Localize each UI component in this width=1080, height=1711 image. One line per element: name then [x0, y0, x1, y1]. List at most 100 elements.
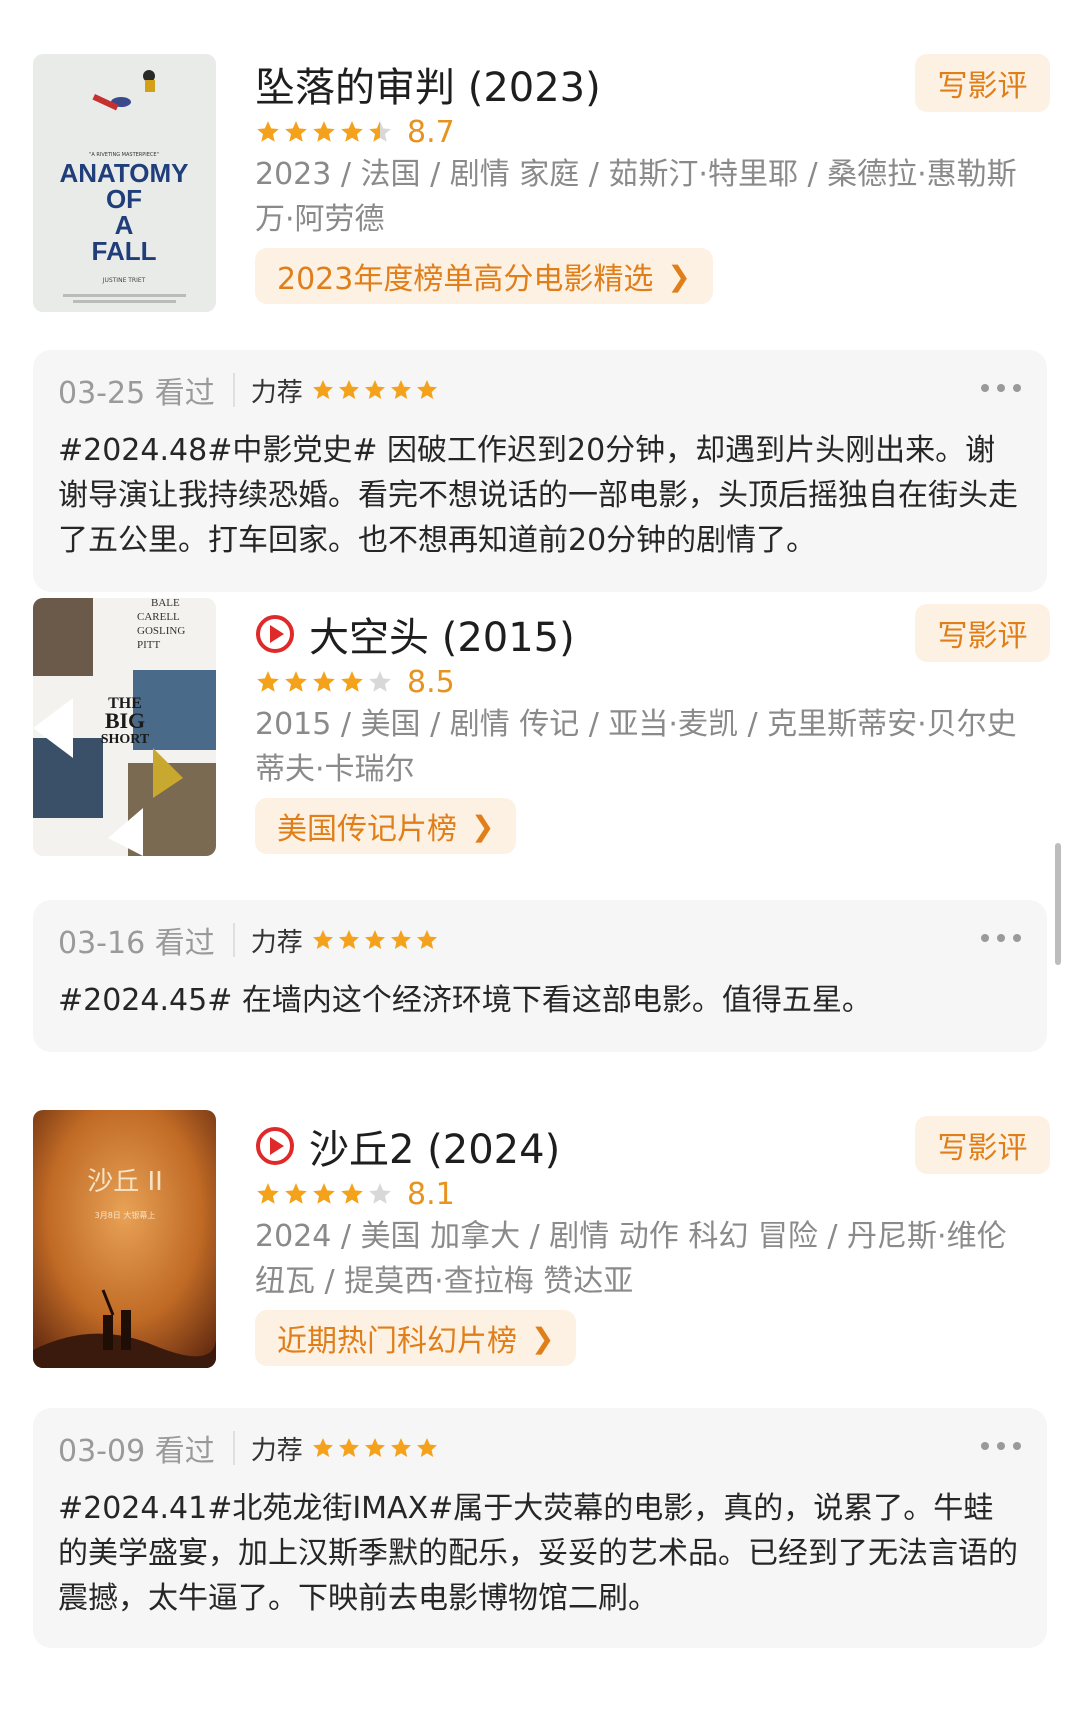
movie-title-row: 沙丘2 (2024): [255, 1118, 560, 1174]
star-icon: [312, 1438, 333, 1457]
watched-date: 03-16 看过: [58, 926, 215, 961]
rating-row: 8.7: [255, 112, 455, 152]
write-review-button[interactable]: 写影评: [915, 604, 1050, 662]
review-card[interactable]: 03-09 看过 力荐 #2024.41#北苑龙街IMAX#属于大荧幕的电影，真…: [33, 1408, 1047, 1648]
rating-score: 8.7: [407, 114, 455, 150]
rating-stars: [255, 669, 393, 695]
poster-title-line: FALL: [92, 236, 157, 266]
review-stars: [311, 378, 439, 402]
star-icon: [338, 380, 359, 399]
star-icon: [338, 930, 359, 949]
play-icon[interactable]: [255, 1126, 295, 1166]
poster-image: 沙丘 II 3月8日 大银幕上: [33, 1110, 216, 1368]
movie-poster[interactable]: "A RIVETING MASTERPIECE" ANATOMY OF A FA…: [33, 54, 216, 312]
write-review-button[interactable]: 写影评: [915, 54, 1050, 112]
star-icon: [285, 121, 307, 142]
movie-title-row: 坠落的审判 (2023): [255, 56, 601, 112]
recommend-label: 力荐: [250, 377, 303, 408]
ranking-link[interactable]: 近期热门科幻片榜 ❯: [255, 1310, 577, 1366]
poster-image: "A RIVETING MASTERPIECE" ANATOMY OF A FA…: [33, 54, 216, 312]
star-icon: [312, 380, 333, 399]
star-icon: [390, 380, 411, 399]
star-icon: [341, 1183, 363, 1204]
poster-title-line: SHORT: [101, 732, 150, 747]
rating-row: 8.5: [255, 662, 455, 702]
review-text: #2024.45# 在墙内这个经济环境下看这部电影。值得五星。: [58, 983, 872, 1018]
ranking-label: 2023年度榜单高分电影精选: [277, 262, 654, 297]
play-icon[interactable]: [255, 614, 295, 654]
recommend-label: 力荐: [250, 1435, 303, 1466]
poster-date: 3月8日 大银幕上: [95, 1210, 156, 1220]
star-icon: [313, 671, 335, 692]
star-icon: [416, 930, 437, 949]
star-icon: [285, 1183, 307, 1204]
star-icon: [416, 1438, 437, 1457]
movie-title[interactable]: 大空头 (2015): [309, 605, 575, 663]
movie-title[interactable]: 坠落的审判 (2023): [255, 55, 601, 113]
divider: [232, 373, 235, 407]
review-text: #2024.41#北苑龙街IMAX#属于大荧幕的电影，真的，说累了。牛蛙的美学盛…: [58, 1491, 1018, 1616]
star-icon: [313, 1183, 335, 1204]
poster-cast-name: PITT: [137, 639, 161, 651]
ranking-label: 近期热门科幻片榜: [277, 1324, 517, 1359]
star-icon: [257, 1183, 279, 1204]
poster-cast-name: GOSLING: [137, 625, 185, 637]
chevron-right-icon: ❯: [531, 1321, 555, 1355]
more-options-icon[interactable]: [981, 1426, 1021, 1466]
rating-stars: [255, 119, 393, 145]
star-icon: [369, 671, 391, 692]
watched-date: 03-25 看过: [58, 376, 215, 411]
poster-title-line: BIG: [105, 708, 145, 733]
rating-stars: [255, 1181, 393, 1207]
movie-meta: 2023 / 法国 / 剧情 家庭 / 茹斯汀·特里耶 / 桑德拉·惠勒斯万·阿…: [255, 157, 1017, 237]
star-icon: [364, 380, 385, 399]
rating-score: 8.5: [407, 664, 455, 700]
poster-credit: JUSTINE TRIET: [102, 277, 146, 284]
scrollbar[interactable]: [1055, 843, 1061, 965]
ranking-link[interactable]: 2023年度榜单高分电影精选 ❯: [255, 248, 713, 304]
rating-score: 8.1: [407, 1176, 455, 1212]
star-icon: [364, 1438, 385, 1457]
review-card[interactable]: 03-25 看过 力荐 #2024.48#中影党史# 因破工作迟到20分钟，却遇…: [33, 350, 1047, 592]
star-icon: [390, 930, 411, 949]
star-icon: [341, 121, 363, 142]
chevron-right-icon: ❯: [667, 259, 691, 293]
star-icon: [390, 1438, 411, 1457]
star-icon: [257, 671, 279, 692]
review-card[interactable]: 03-16 看过 力荐 #2024.45# 在墙内这个经济环境下看这部电影。值得…: [33, 900, 1047, 1052]
write-review-button[interactable]: 写影评: [915, 1116, 1050, 1174]
star-icon: [369, 121, 391, 142]
review-stars: [311, 1436, 439, 1460]
poster-cast-name: BALE: [151, 598, 180, 609]
movie-meta: 2015 / 美国 / 剧情 传记 / 亚当·麦凯 / 克里斯蒂安·贝尔史蒂夫·…: [255, 707, 1017, 787]
movie-poster[interactable]: 沙丘 II 3月8日 大银幕上: [33, 1110, 216, 1368]
poster-cast-name: CARELL: [137, 611, 180, 623]
star-icon: [416, 380, 437, 399]
movie-meta: 2024 / 美国 加拿大 / 剧情 动作 科幻 冒险 / 丹尼斯·维伦纽瓦 /…: [255, 1219, 1007, 1299]
recommend-label: 力荐: [250, 927, 303, 958]
review-header: 03-16 看过 力荐: [58, 916, 453, 964]
movie-title-row: 大空头 (2015): [255, 606, 575, 662]
review-stars: [311, 928, 439, 952]
poster-image: BALE CARELL GOSLING PITT THE BIG SHORT: [33, 598, 216, 856]
chevron-right-icon: ❯: [471, 809, 495, 843]
star-icon: [369, 1183, 391, 1204]
star-icon: [364, 930, 385, 949]
star-icon: [285, 671, 307, 692]
divider: [232, 1431, 235, 1465]
rating-row: 8.1: [255, 1174, 455, 1214]
star-icon: [341, 671, 363, 692]
ranking-label: 美国传记片榜: [277, 812, 457, 847]
review-text: #2024.48#中影党史# 因破工作迟到20分钟，却遇到片头刚出来。谢谢导演让…: [58, 433, 1018, 558]
more-options-icon[interactable]: [981, 918, 1021, 958]
star-icon: [312, 930, 333, 949]
star-icon: [338, 1438, 359, 1457]
review-header: 03-25 看过 力荐: [58, 366, 453, 414]
review-header: 03-09 看过 力荐: [58, 1424, 453, 1472]
ranking-link[interactable]: 美国传记片榜 ❯: [255, 798, 517, 854]
movie-poster[interactable]: BALE CARELL GOSLING PITT THE BIG SHORT: [33, 598, 216, 856]
more-options-icon[interactable]: [981, 368, 1021, 408]
star-icon: [313, 121, 335, 142]
movie-title[interactable]: 沙丘2 (2024): [309, 1117, 560, 1175]
divider: [232, 923, 235, 957]
